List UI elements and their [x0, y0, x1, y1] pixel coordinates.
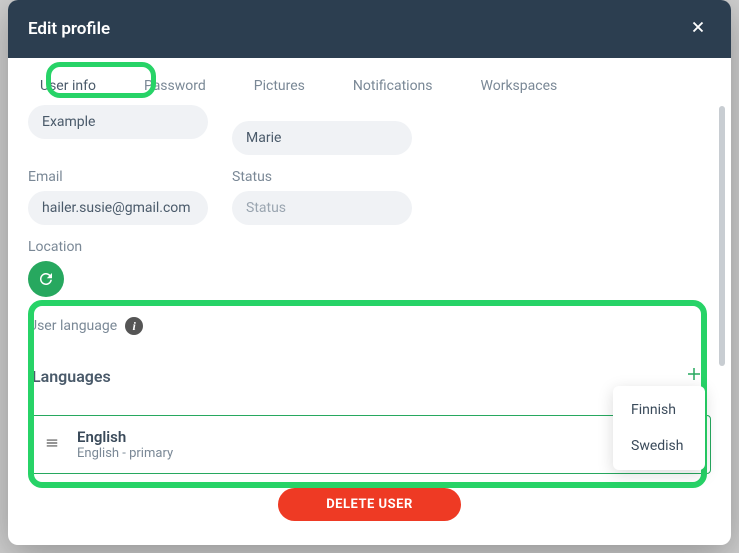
delete-row: DELETE USER	[28, 474, 711, 539]
language-item[interactable]: English English - primary	[28, 415, 711, 474]
close-icon	[689, 18, 707, 36]
languages-title-row: Languages	[28, 361, 711, 391]
drag-handle-icon[interactable]	[45, 435, 59, 454]
tab-workspaces[interactable]: Workspaces	[467, 70, 572, 102]
first-name-input[interactable]	[232, 121, 412, 155]
dropdown-item-swedish[interactable]: Swedish	[613, 428, 705, 464]
edit-profile-modal: Edit profile User info Password Pictures…	[8, 0, 731, 545]
first-name-field: First Name	[232, 105, 412, 155]
location-field-wrap: Location	[28, 239, 711, 297]
plus-icon	[685, 365, 703, 383]
language-item-text: English English - primary	[77, 428, 173, 461]
language-section-header: User language i	[28, 317, 711, 335]
language-dropdown: Finnish Swedish	[613, 386, 705, 470]
language-section-label: User language	[28, 318, 117, 334]
last-name-field	[28, 105, 208, 155]
refresh-icon	[37, 270, 55, 288]
scrollbar-thumb[interactable]	[719, 106, 725, 366]
status-field-wrap: Status	[232, 169, 412, 225]
email-label: Email	[28, 169, 208, 185]
location-label: Location	[28, 239, 711, 255]
tab-password[interactable]: Password	[130, 70, 220, 102]
close-button[interactable]	[685, 14, 711, 44]
delete-user-button[interactable]: DELETE USER	[278, 488, 461, 521]
languages-title: Languages	[32, 367, 111, 386]
last-name-input[interactable]	[28, 105, 208, 139]
tab-notifications[interactable]: Notifications	[339, 70, 447, 102]
modal-title: Edit profile	[28, 19, 110, 39]
status-input[interactable]	[232, 191, 412, 225]
status-label: Status	[232, 169, 412, 185]
tab-pictures[interactable]: Pictures	[240, 70, 319, 102]
tabs-bar: User info Password Pictures Notification…	[8, 58, 731, 103]
email-input[interactable]	[28, 191, 208, 225]
language-name: English	[77, 428, 173, 446]
email-field-wrap: Email	[28, 169, 208, 225]
location-refresh-button[interactable]	[28, 261, 64, 297]
modal-header: Edit profile	[8, 0, 731, 58]
tab-user-info[interactable]: User info	[26, 70, 110, 102]
dropdown-item-finnish[interactable]: Finnish	[613, 392, 705, 428]
modal-content: First Name Email Status Location User la…	[8, 103, 731, 545]
info-icon[interactable]: i	[125, 317, 143, 335]
language-subtitle: English - primary	[77, 446, 173, 461]
